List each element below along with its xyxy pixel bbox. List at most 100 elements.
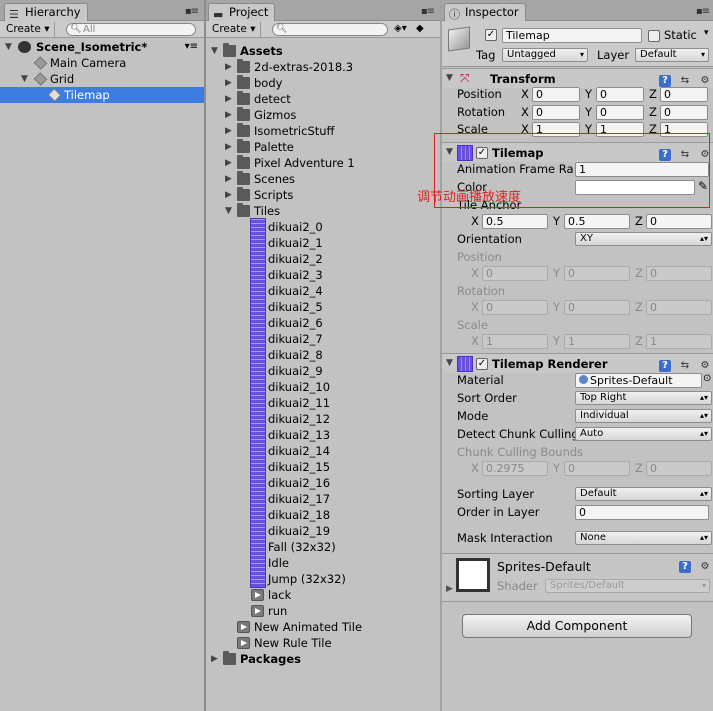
tile-asset-item[interactable]: dikuai2_13	[206, 427, 440, 443]
tile-asset-item[interactable]: dikuai2_6	[206, 315, 440, 331]
tile-asset-item[interactable]: dikuai2_0	[206, 219, 440, 235]
y-value-field[interactable]: 0.5	[564, 214, 630, 229]
folder-tiles[interactable]: ▼ Tiles	[206, 203, 440, 219]
tile-asset-item[interactable]: dikuai2_14	[206, 443, 440, 459]
collapsed-arrow-icon[interactable]: ▶	[224, 139, 233, 155]
help-icon[interactable]: ?	[659, 75, 671, 87]
folder-isometricstuff[interactable]: ▶ IsometricStuff	[206, 123, 440, 139]
expand-arrow-icon[interactable]: ▼	[210, 43, 219, 59]
collapsed-arrow-icon[interactable]: ▶	[210, 651, 219, 667]
folder-body[interactable]: ▶ body	[206, 75, 440, 91]
collapsed-arrow-icon[interactable]: ▶	[224, 171, 233, 187]
tile-asset-item[interactable]: dikuai2_12	[206, 411, 440, 427]
y-value-field[interactable]: 0	[596, 105, 644, 120]
tile-asset-item[interactable]: dikuai2_8	[206, 347, 440, 363]
tile-asset-item[interactable]: dikuai2_17	[206, 491, 440, 507]
object-picker-icon[interactable]: ⊙	[703, 373, 711, 384]
create-button[interactable]: Create ▾	[2, 22, 55, 37]
tab-inspector[interactable]: ⓘ Inspector	[444, 3, 526, 21]
scene-menu-icon[interactable]: ▾≡	[185, 39, 198, 55]
z-value-field[interactable]: 0	[660, 87, 708, 102]
help-icon[interactable]: ?	[679, 561, 691, 573]
x-value-field[interactable]: 0.5	[482, 214, 548, 229]
tile-asset-item[interactable]: dikuai2_15	[206, 459, 440, 475]
hierarchy-search-input[interactable]: 🔍︎ All	[66, 23, 196, 36]
tile-asset-item[interactable]: New Rule Tile	[206, 635, 440, 651]
tile-asset-item[interactable]: dikuai2_5	[206, 299, 440, 315]
add-component-button[interactable]: Add Component	[462, 614, 692, 638]
folder-gizmos[interactable]: ▶ Gizmos	[206, 107, 440, 123]
collapsed-arrow-icon[interactable]: ▶	[224, 59, 233, 75]
tile-asset-item[interactable]: dikuai2_19	[206, 523, 440, 539]
filter-by-label-icon[interactable]: ◆	[416, 23, 424, 34]
tile-asset-item[interactable]: Jump (32x32)	[206, 571, 440, 587]
expand-arrow-icon[interactable]: ▼	[20, 71, 29, 87]
fold-arrow-icon[interactable]: ▼	[446, 358, 453, 368]
help-icon[interactable]: ?	[659, 360, 671, 372]
collapsed-arrow-icon[interactable]: ▶	[224, 107, 233, 123]
tile-asset-item[interactable]: dikuai2_7	[206, 331, 440, 347]
layer-dropdown[interactable]: Default ▾	[635, 48, 709, 62]
tile-asset-item[interactable]: Fall (32x32)	[206, 539, 440, 555]
expand-arrow-icon[interactable]: ▼	[4, 39, 13, 55]
project-create-button[interactable]: Create ▾	[208, 22, 261, 37]
x-value-field[interactable]: 0	[532, 105, 580, 120]
order-in-layer-field[interactable]: 0	[575, 505, 709, 520]
folder-scripts[interactable]: ▶ Scripts	[206, 187, 440, 203]
collapsed-arrow-icon[interactable]: ▶	[224, 75, 233, 91]
fold-arrow-icon[interactable]: ▶	[446, 584, 453, 594]
animation-asset-item[interactable]: lack	[206, 587, 440, 603]
tile-asset-item[interactable]: New Animated Tile	[206, 619, 440, 635]
material-field[interactable]: Sprites-Default	[575, 373, 702, 388]
z-value-field[interactable]: 0	[646, 214, 712, 229]
tile-asset-item[interactable]: Idle	[206, 555, 440, 571]
panel-menu-icon[interactable]: ▪≡	[696, 6, 710, 17]
tile-asset-item[interactable]: dikuai2_10	[206, 379, 440, 395]
sorting-layer-dropdown[interactable]: Default ▴▾	[575, 487, 712, 501]
folder-detect[interactable]: ▶ detect	[206, 91, 440, 107]
hierarchy-item-tilemap[interactable]: Tilemap	[0, 87, 204, 103]
renderer-enabled-checkbox[interactable]: ✓	[476, 358, 488, 370]
folder-packages[interactable]: ▶ Packages	[206, 651, 440, 667]
mask-interaction-dropdown[interactable]: None ▴▾	[575, 531, 712, 545]
orientation-dropdown[interactable]: XY ▴▾	[575, 232, 712, 246]
tile-asset-item[interactable]: dikuai2_9	[206, 363, 440, 379]
sort-order-dropdown[interactable]: Top Right ▴▾	[575, 391, 712, 405]
shader-dropdown[interactable]: Sprites/Default ▾	[545, 579, 710, 593]
fold-arrow-icon[interactable]: ▼	[446, 73, 453, 83]
tab-project[interactable]: ▬ Project	[208, 3, 276, 21]
static-dropdown-icon[interactable]: ▾	[704, 28, 709, 38]
x-value-field[interactable]: 0	[532, 87, 580, 102]
preset-icon[interactable]: ⇆	[679, 360, 691, 372]
tile-asset-item[interactable]: dikuai2_4	[206, 283, 440, 299]
collapsed-arrow-icon[interactable]: ▶	[224, 91, 233, 107]
tile-asset-item[interactable]: dikuai2_11	[206, 395, 440, 411]
folder-pixel-adventure-1[interactable]: ▶ Pixel Adventure 1	[206, 155, 440, 171]
gear-icon[interactable]: ⚙	[699, 75, 711, 87]
collapsed-arrow-icon[interactable]: ▶	[224, 155, 233, 171]
gear-icon[interactable]: ⚙	[699, 360, 711, 372]
tile-asset-item[interactable]: dikuai2_3	[206, 267, 440, 283]
hierarchy-item-grid[interactable]: ▼ Grid	[0, 71, 204, 87]
tile-asset-item[interactable]: dikuai2_1	[206, 235, 440, 251]
static-checkbox[interactable]	[648, 30, 660, 42]
folder-palette[interactable]: ▶ Palette	[206, 139, 440, 155]
transform-component-header[interactable]: ▼ ⤧ Transform ? ⇆ ⚙	[442, 68, 713, 88]
tilemap-renderer-component-header[interactable]: ▼ ✓ Tilemap Renderer ? ⇆ ⚙	[442, 353, 713, 373]
folder-scenes[interactable]: ▶ Scenes	[206, 171, 440, 187]
folder-assets[interactable]: ▼ Assets	[206, 43, 440, 59]
detect-chunk-culling-dropdown[interactable]: Auto ▴▾	[575, 427, 712, 441]
preset-icon[interactable]: ⇆	[679, 75, 691, 87]
collapsed-arrow-icon[interactable]: ▶	[224, 123, 233, 139]
folder-2d-extras-2018-3[interactable]: ▶ 2d-extras-2018.3	[206, 59, 440, 75]
hierarchy-item-main-camera[interactable]: Main Camera	[0, 55, 204, 71]
y-value-field[interactable]: 0	[596, 87, 644, 102]
scene-row[interactable]: ▼ Scene_Isometric* ▾≡	[0, 39, 204, 55]
mode-dropdown[interactable]: Individual ▴▾	[575, 409, 712, 423]
tile-asset-item[interactable]: dikuai2_16	[206, 475, 440, 491]
panel-menu-icon[interactable]: ▪≡	[185, 6, 199, 17]
tile-asset-item[interactable]: dikuai2_18	[206, 507, 440, 523]
object-name-field[interactable]: Tilemap	[502, 28, 642, 43]
tile-asset-item[interactable]: dikuai2_2	[206, 251, 440, 267]
filter-by-type-icon[interactable]: ◈▾	[394, 23, 407, 34]
